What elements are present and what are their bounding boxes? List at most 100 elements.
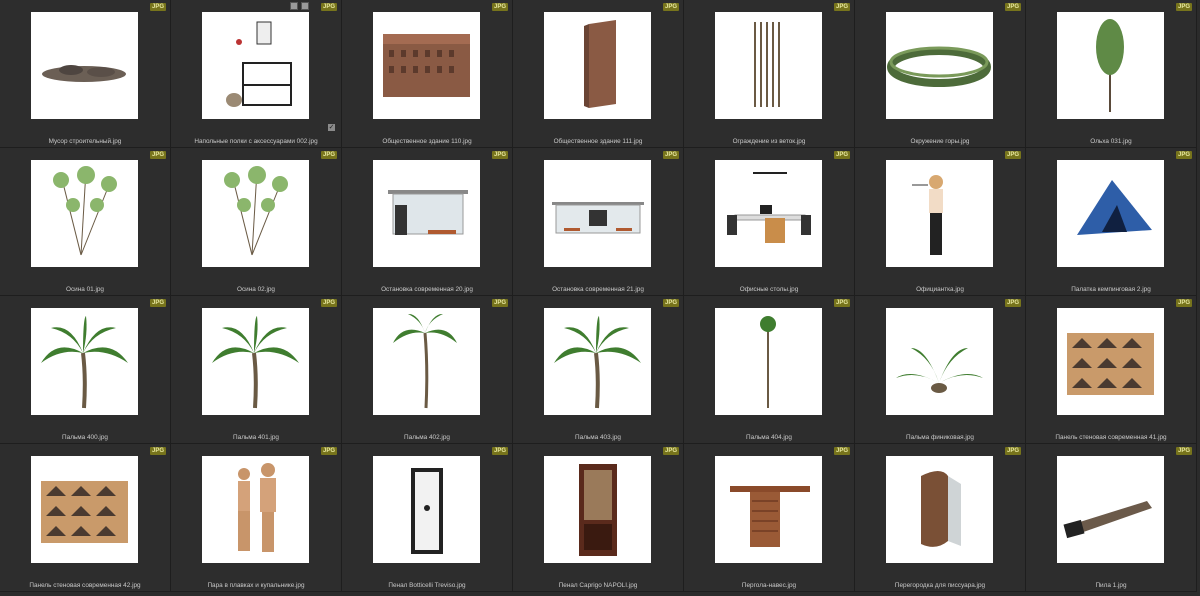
asset-tile[interactable]: JPG Офисные столы.jpg <box>684 148 855 296</box>
asset-tile[interactable]: JPG Общественное здание 110.jpg <box>342 0 513 148</box>
asset-filename: Пальма 403.jpg <box>575 434 621 441</box>
asset-tile[interactable]: JPG Пальма 400.jpg <box>0 296 171 444</box>
asset-tile[interactable]: JPG Пила 1.jpg <box>1026 444 1197 592</box>
bus-stop-wide-icon <box>544 160 651 267</box>
office-desk-icon <box>715 160 822 267</box>
file-type-badge: JPG <box>1175 299 1192 307</box>
file-type-badge: JPG <box>149 299 166 307</box>
asset-tile[interactable]: JPG Палатка кемпинговая 2.jpg <box>1026 148 1197 296</box>
palm-icon <box>31 308 138 415</box>
asset-tile[interactable]: JPG Остановка современная 20.jpg <box>342 148 513 296</box>
asset-filename: Остановка современная 20.jpg <box>381 286 473 293</box>
palm-slim-icon <box>715 308 822 415</box>
asset-tile[interactable]: JPG Окружение горы.jpg <box>855 0 1026 148</box>
asset-filename: Пальма финиковая.jpg <box>906 434 974 441</box>
square-icon[interactable] <box>290 2 298 10</box>
asset-tile[interactable]: JPG Ограждение из веток.jpg <box>684 0 855 148</box>
file-type-badge: JPG <box>320 447 337 455</box>
file-type-badge: JPG <box>491 447 508 455</box>
asset-filename: Общественное здание 111.jpg <box>553 138 643 145</box>
file-type-badge: JPG <box>149 151 166 159</box>
asset-filename: Панель стеновая современная 41.jpg <box>1055 434 1167 441</box>
asset-filename: Пенал Botticelli Treviso.jpg <box>388 582 466 589</box>
asset-tile[interactable]: JPG Остановка современная 21.jpg <box>513 148 684 296</box>
asset-tile[interactable]: JPG Пенал Caprigo NAPOLI.jpg <box>513 444 684 592</box>
asset-tile[interactable]: JPG Пенал Botticelli Treviso.jpg <box>342 444 513 592</box>
asset-filename: Пальма 400.jpg <box>62 434 108 441</box>
file-type-badge: JPG <box>1175 447 1192 455</box>
file-type-badge: JPG <box>491 151 508 159</box>
palm-icon <box>202 308 309 415</box>
saw-icon <box>1057 456 1164 563</box>
tent-icon <box>1057 160 1164 267</box>
file-type-badge: JPG <box>320 151 337 159</box>
file-type-badge: JPG <box>662 151 679 159</box>
showcase-icon <box>544 456 651 563</box>
file-type-badge: JPG <box>833 447 850 455</box>
file-type-badge: JPG <box>833 299 850 307</box>
asset-tile[interactable]: JPG Панель стеновая современная 42.jpg <box>0 444 171 592</box>
file-type-badge: JPG <box>491 3 508 11</box>
file-type-badge: JPG <box>1175 3 1192 11</box>
asset-tile[interactable]: JPG Ольха 031.jpg <box>1026 0 1197 148</box>
asset-tile[interactable]: JPG Пальма 403.jpg <box>513 296 684 444</box>
asset-filename: Осина 02.jpg <box>236 286 275 293</box>
file-type-badge: JPG <box>833 3 850 11</box>
file-type-badge: JPG <box>149 3 166 11</box>
asset-filename: Официантка.jpg <box>916 286 964 293</box>
file-type-badge: JPG <box>662 299 679 307</box>
palm-tall-icon <box>373 308 480 415</box>
waitress-icon <box>886 160 993 267</box>
file-type-badge: JPG <box>662 447 679 455</box>
tree-icon <box>1057 12 1164 119</box>
asset-filename: Перегородка для писсуара.jpg <box>894 582 986 589</box>
asset-grid: JPG Мусор строительный.jpg JPG ✓ Напольные п… <box>0 0 1200 596</box>
fence-icon <box>715 12 822 119</box>
asset-tile[interactable]: JPG Пальма финиковая.jpg <box>855 296 1026 444</box>
asset-tile[interactable]: JPG Перегородка для писсуара.jpg <box>855 444 1026 592</box>
asset-tile[interactable]: JPG Мусор строительный.jpg <box>0 0 171 148</box>
pergola-icon <box>715 456 822 563</box>
asset-filename: Мусор строительный.jpg <box>48 138 122 145</box>
tower-icon <box>544 12 651 119</box>
asset-tile[interactable]: JPG Панель стеновая современная 41.jpg <box>1026 296 1197 444</box>
asset-filename: Пара в плавках и купальнике.jpg <box>207 582 305 589</box>
file-type-badge: JPG <box>320 3 337 11</box>
mountains-icon <box>886 12 993 119</box>
shrub-icon <box>31 160 138 267</box>
asset-tile[interactable]: JPG ✓ Напольные полки с аксессуарами 002.j… <box>171 0 342 148</box>
couple-icon <box>202 456 309 563</box>
edit-icon[interactable] <box>301 2 309 10</box>
rubble-icon <box>31 12 138 119</box>
asset-filename: Окружение горы.jpg <box>910 138 970 145</box>
tile-actions <box>290 2 309 10</box>
file-type-badge: JPG <box>491 299 508 307</box>
shrub-icon <box>202 160 309 267</box>
asset-filename: Общественное здание 110.jpg <box>382 138 472 145</box>
asset-filename: Панель стеновая современная 42.jpg <box>29 582 141 589</box>
file-type-badge: JPG <box>1004 151 1021 159</box>
file-type-badge: JPG <box>1004 447 1021 455</box>
asset-filename: Пальма 401.jpg <box>233 434 279 441</box>
asset-filename: Пенал Caprigo NAPOLI.jpg <box>558 582 638 589</box>
asset-tile[interactable]: JPG Общественное здание 111.jpg <box>513 0 684 148</box>
file-type-badge: JPG <box>662 3 679 11</box>
asset-filename: Осина 01.jpg <box>65 286 104 293</box>
asset-tile[interactable]: JPG Пальма 404.jpg <box>684 296 855 444</box>
file-type-badge: JPG <box>149 447 166 455</box>
bus-stop-icon <box>373 160 480 267</box>
asset-tile[interactable]: JPG Официантка.jpg <box>855 148 1026 296</box>
asset-tile[interactable]: JPG Осина 02.jpg <box>171 148 342 296</box>
asset-filename: Пила 1.jpg <box>1095 582 1127 589</box>
asset-tile[interactable]: JPG Пальма 401.jpg <box>171 296 342 444</box>
checkbox-icon[interactable]: ✓ <box>328 124 335 131</box>
asset-tile[interactable]: JPG Осина 01.jpg <box>0 148 171 296</box>
asset-tile[interactable]: JPG Пергола-навес.jpg <box>684 444 855 592</box>
file-type-badge: JPG <box>1175 151 1192 159</box>
asset-tile[interactable]: JPG Пара в плавках и купальнике.jpg <box>171 444 342 592</box>
asset-filename: Палатка кемпинговая 2.jpg <box>1071 286 1151 293</box>
file-type-badge: JPG <box>833 151 850 159</box>
asset-tile[interactable]: JPG Пальма 402.jpg <box>342 296 513 444</box>
asset-filename: Остановка современная 21.jpg <box>552 286 644 293</box>
palm-low-icon <box>886 308 993 415</box>
